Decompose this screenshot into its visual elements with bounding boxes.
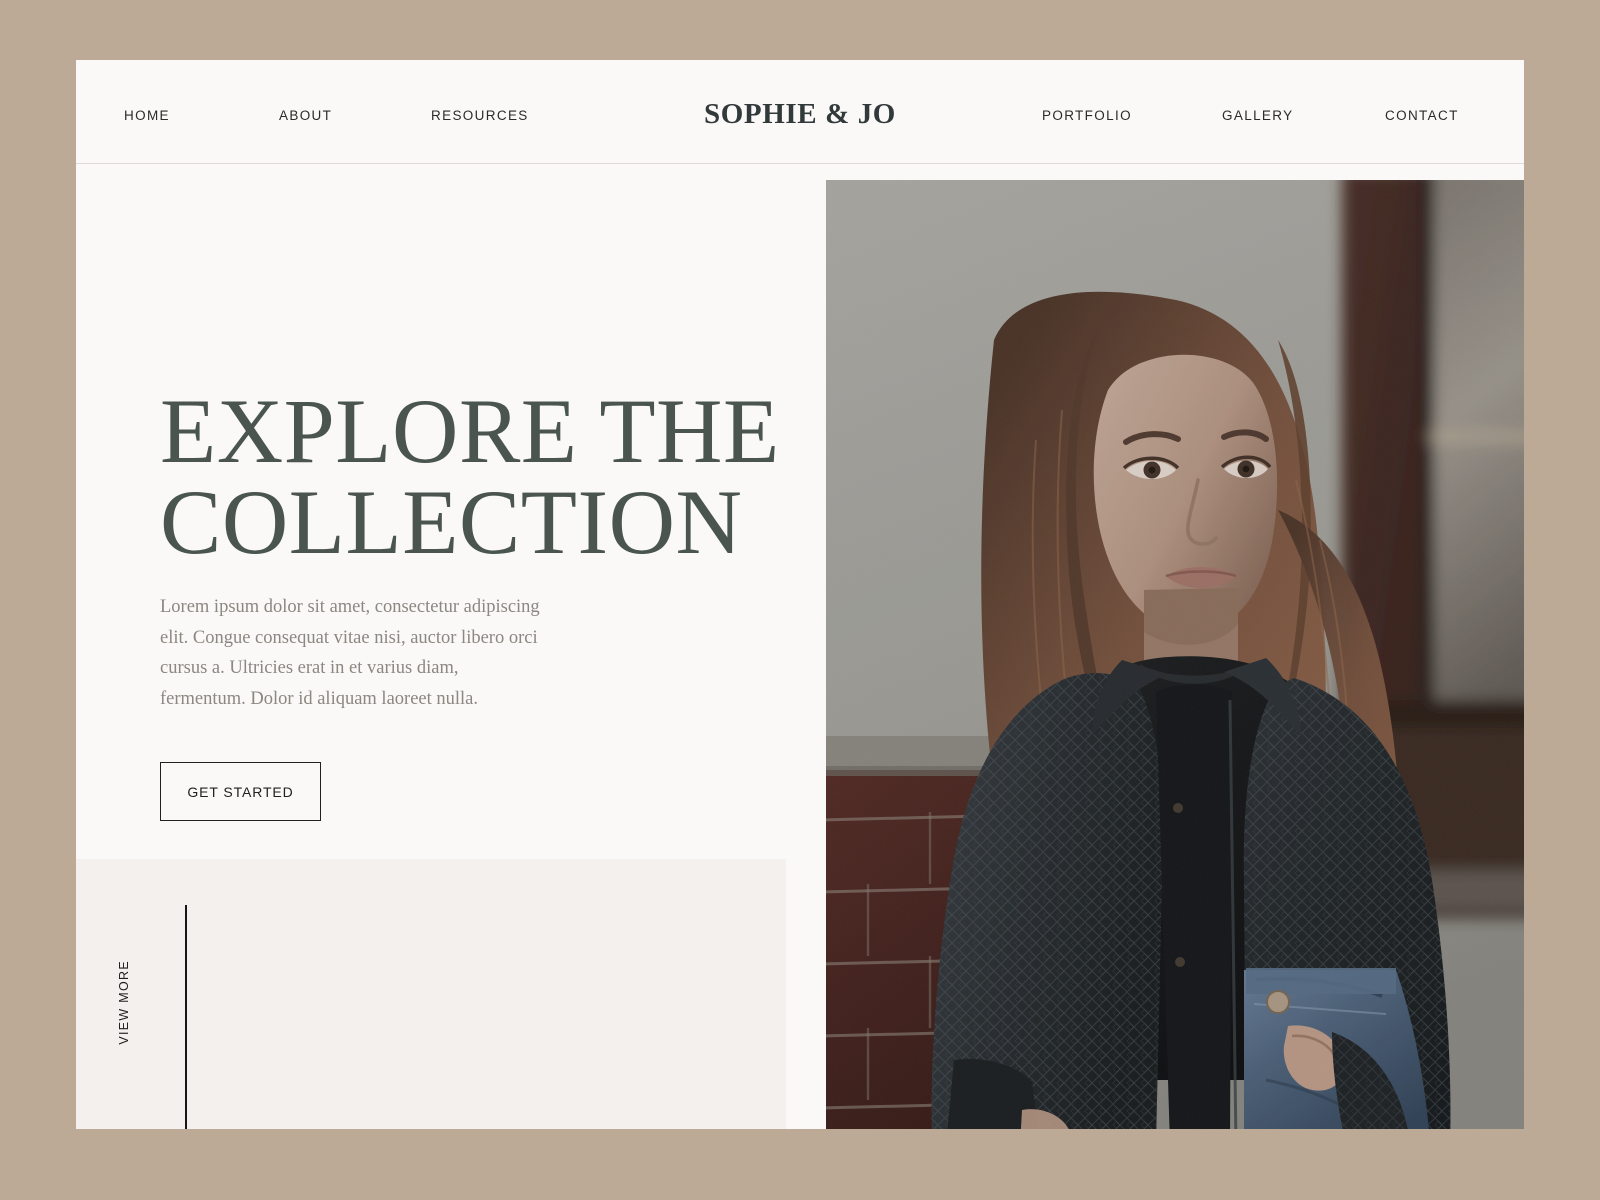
page-card: HOME ABOUT RESOURCES SOPHIE & JO PORTFOL… [76,60,1524,1129]
hero-headline: EXPLORE THE COLLECTION [160,380,780,574]
hero-photo [826,180,1524,1129]
top-navigation-bar: HOME ABOUT RESOURCES SOPHIE & JO PORTFOL… [76,60,1524,164]
view-more-group[interactable]: VIEW MORE [117,905,210,1129]
view-more-label[interactable]: VIEW MORE [117,960,131,1045]
brand-logo[interactable]: SOPHIE & JO [76,98,1524,131]
nav-item-contact[interactable]: CONTACT [1385,108,1459,123]
nav-item-gallery[interactable]: GALLERY [1222,108,1294,123]
view-more-panel: VIEW MORE [76,859,786,1129]
hero-photo-illustration [826,180,1524,1129]
hero-paragraph: Lorem ipsum dolor sit amet, consectetur … [160,597,540,709]
nav-item-portfolio[interactable]: PORTFOLIO [1042,108,1132,123]
vertical-divider-line [185,905,187,1129]
get-started-button[interactable]: GET STARTED [160,762,321,821]
hero-content-panel: EXPLORE THE COLLECTION Lorem ipsum dolor… [76,164,786,859]
